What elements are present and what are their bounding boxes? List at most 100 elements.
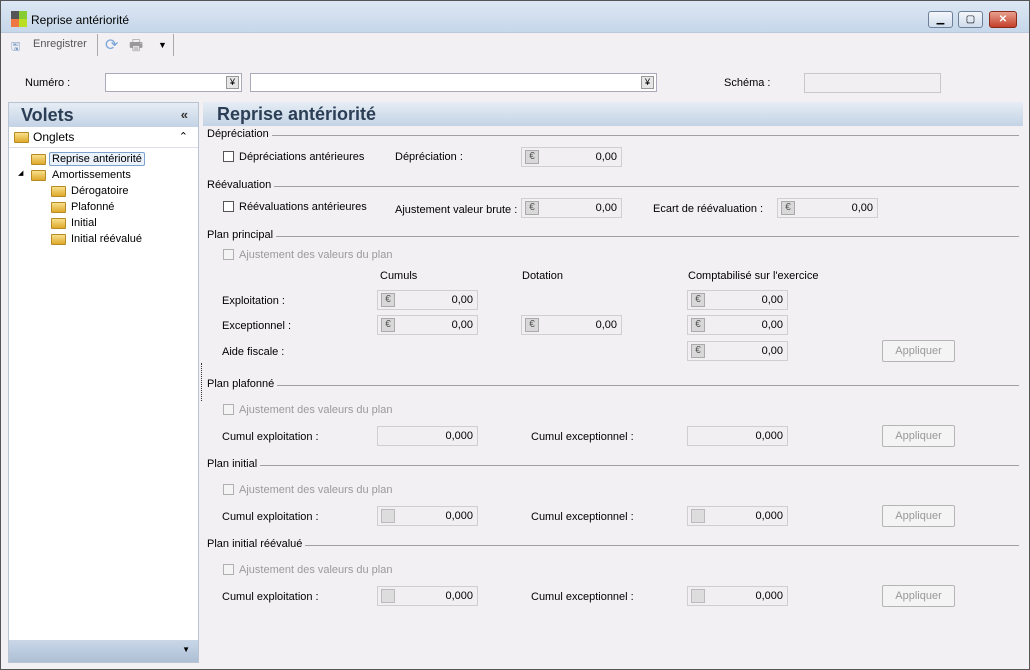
exceptionnel-dotation-field: €0,00 xyxy=(521,315,622,335)
plafonne-cumul-exploitation-field: 0,000 xyxy=(377,426,478,446)
depreciation-field: €0,00 xyxy=(521,147,622,167)
exploitation-compta-field: €0,00 xyxy=(687,290,788,310)
refresh-icon[interactable]: ⟳ xyxy=(105,35,118,55)
print-icon[interactable]: 🖶 xyxy=(129,35,143,60)
initial-reevalue-ajustement-checkbox[interactable] xyxy=(223,564,234,575)
tree-item-derogatoire[interactable]: Dérogatoire xyxy=(71,185,128,197)
toolbar-separator xyxy=(173,34,174,56)
onglets-group[interactable]: Onglets ⌃ xyxy=(9,127,198,148)
print-dropdown-icon[interactable]: ▼ xyxy=(158,40,167,50)
principal-apply-button[interactable]: Appliquer xyxy=(882,340,955,362)
folder-icon xyxy=(31,170,46,181)
currency-icon xyxy=(381,509,395,523)
exceptionnel-label: Exceptionnel : xyxy=(222,320,292,332)
ecart-field: €0,00 xyxy=(777,198,878,218)
exceptionnel-cumuls-field: €0,00 xyxy=(377,315,478,335)
principal-ajustement-checkbox[interactable] xyxy=(223,249,234,260)
section-plan-plafonne: Plan plafonné xyxy=(207,378,1019,390)
ajustement-field: €0,00 xyxy=(521,198,622,218)
plafonne-apply-button[interactable]: Appliquer xyxy=(882,425,955,447)
tree-item-reprise[interactable]: Reprise antériorité xyxy=(49,152,145,166)
plafonne-ajustement-label: Ajustement des valeurs du plan xyxy=(239,404,393,416)
minimize-button[interactable]: ▁ xyxy=(928,11,953,28)
cumul-exceptionnel-label: Cumul exceptionnel : xyxy=(531,431,634,443)
currency-icon xyxy=(691,509,705,523)
folder-open-icon xyxy=(31,154,46,165)
expand-icon[interactable]: ◢ xyxy=(18,169,23,177)
volets-panel: Volets « Onglets ⌃ Reprise antériorité ◢ A… xyxy=(8,102,199,663)
page-title: Reprise antériorité xyxy=(203,102,1023,126)
initial-reevalue-apply-button[interactable]: Appliquer xyxy=(882,585,955,607)
volets-header: Volets « xyxy=(9,103,198,127)
col-cumuls: Cumuls xyxy=(380,270,418,282)
cumul-exploitation-label: Cumul exploitation : xyxy=(222,431,319,443)
panel-footer: ▼ xyxy=(9,640,198,662)
folder-icon xyxy=(51,186,66,197)
euro-icon: € xyxy=(691,293,705,307)
ajustement-label: Ajustement valeur brute : xyxy=(395,204,518,216)
cumul-exploitation-label: Cumul exploitation : xyxy=(222,511,319,523)
app-icon xyxy=(11,11,27,27)
euro-icon: € xyxy=(525,150,539,164)
volets-title: Volets xyxy=(21,105,74,125)
initial-reevalue-cumul-exploitation-field: 0,000 xyxy=(377,586,478,606)
folder-icon xyxy=(51,202,66,213)
initial-cumul-exceptionnel-field: 0,000 xyxy=(687,506,788,526)
reevaluations-label: Réévaluations antérieures xyxy=(239,201,367,213)
folder-icon xyxy=(14,132,29,143)
save-icon: 🖫 xyxy=(11,41,21,53)
ecart-label: Ecart de réévaluation : xyxy=(653,203,764,215)
numero-label: Numéro : xyxy=(25,77,71,89)
tree-item-initial-reevalue[interactable]: Initial réévalué xyxy=(71,233,142,245)
initial-apply-button[interactable]: Appliquer xyxy=(882,505,955,527)
principal-ajustement-label: Ajustement des valeurs du plan xyxy=(239,249,393,261)
schema-field xyxy=(804,73,941,93)
initial-reevalue-ajustement-label: Ajustement des valeurs du plan xyxy=(239,564,393,576)
exploitation-cumuls-field: €0,00 xyxy=(377,290,478,310)
save-button[interactable]: Enregistrer xyxy=(33,38,87,50)
toolbar: 🖫 Enregistrer ⟳ 🖶 ▼ xyxy=(9,34,1021,58)
section-reevaluation: Réévaluation xyxy=(207,179,1019,191)
chevron-down-icon[interactable]: ¥ xyxy=(641,76,654,89)
aide-fiscale-label: Aide fiscale : xyxy=(222,346,285,358)
depreciations-label: Dépréciations antérieures xyxy=(239,151,365,163)
euro-icon: € xyxy=(691,344,705,358)
depreciations-checkbox[interactable] xyxy=(223,151,234,162)
currency-icon xyxy=(381,589,395,603)
reevaluations-checkbox[interactable] xyxy=(223,201,234,212)
chevron-up-icon[interactable]: ⌃ xyxy=(179,127,188,148)
col-dotation: Dotation xyxy=(522,270,563,282)
toolbar-separator xyxy=(97,34,98,56)
chevron-down-icon[interactable]: ¥ xyxy=(226,76,239,89)
description-combo[interactable]: ¥ xyxy=(250,73,657,92)
initial-ajustement-label: Ajustement des valeurs du plan xyxy=(239,484,393,496)
tree-item-plafonne[interactable]: Plafonné xyxy=(71,201,114,213)
numero-combo[interactable]: ¥ xyxy=(105,73,242,92)
collapse-panel-button[interactable]: « xyxy=(181,103,188,127)
initial-ajustement-checkbox[interactable] xyxy=(223,484,234,495)
euro-icon: € xyxy=(525,201,539,215)
currency-icon xyxy=(691,589,705,603)
maximize-button[interactable]: ▢ xyxy=(958,11,983,28)
tree-item-initial[interactable]: Initial xyxy=(71,217,97,229)
euro-icon: € xyxy=(381,318,395,332)
folder-icon xyxy=(51,218,66,229)
close-button[interactable]: ✕ xyxy=(989,11,1017,28)
section-depreciation: Dépréciation xyxy=(207,128,1019,140)
depreciation-label: Dépréciation : xyxy=(395,151,463,163)
folder-icon xyxy=(51,234,66,245)
splitter[interactable] xyxy=(201,363,202,401)
initial-cumul-exploitation-field: 0,000 xyxy=(377,506,478,526)
tree-item-amortissements[interactable]: Amortissements xyxy=(52,169,131,181)
plafonne-ajustement-checkbox[interactable] xyxy=(223,404,234,415)
euro-icon: € xyxy=(525,318,539,332)
section-plan-initial-reevalue: Plan initial réévalué xyxy=(207,538,1019,550)
exceptionnel-compta-field: €0,00 xyxy=(687,315,788,335)
dropdown-icon[interactable]: ▼ xyxy=(182,645,190,654)
window: Reprise antériorité ▁ ▢ ✕ 🖫 Enregistrer … xyxy=(0,0,1030,670)
initial-reevalue-cumul-exceptionnel-field: 0,000 xyxy=(687,586,788,606)
plafonne-cumul-exceptionnel-field: 0,000 xyxy=(687,426,788,446)
section-plan-initial: Plan initial xyxy=(207,458,1019,470)
col-comptabilise: Comptabilisé sur l'exercice xyxy=(688,270,819,282)
cumul-exceptionnel-label: Cumul exceptionnel : xyxy=(531,511,634,523)
